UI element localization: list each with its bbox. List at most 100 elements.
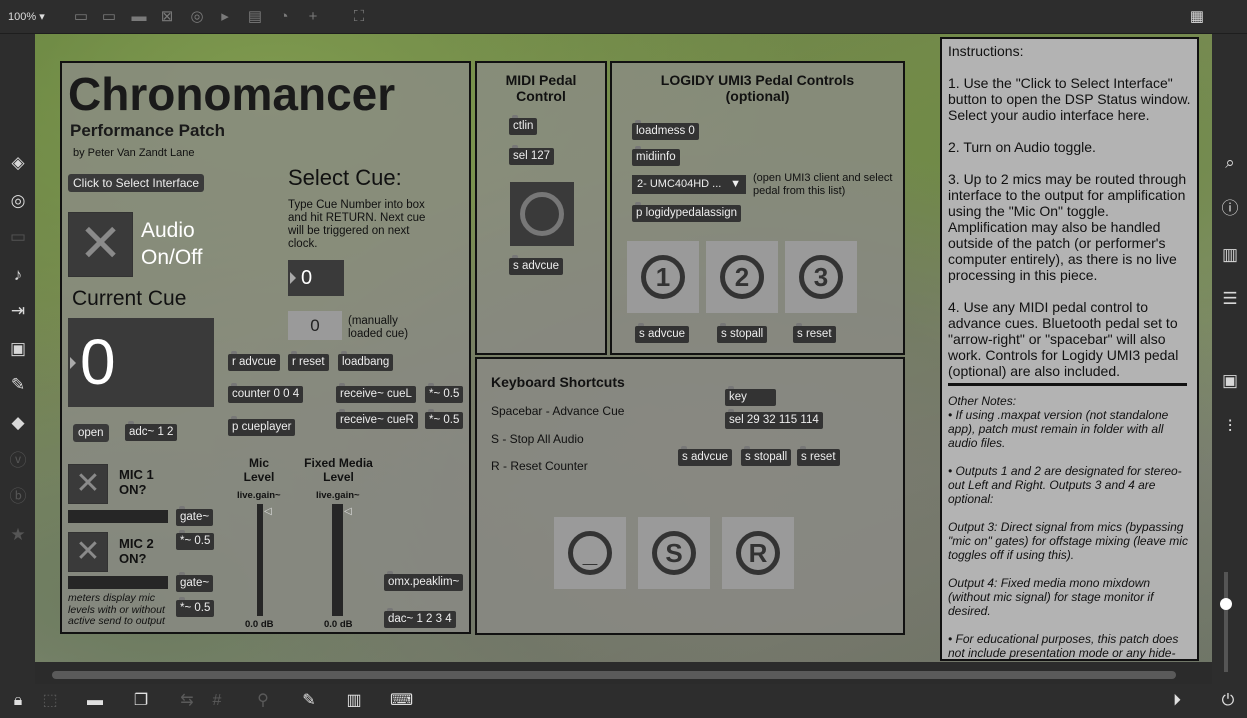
gain-object[interactable]: *~ 0.5 bbox=[425, 383, 464, 403]
notes-block: Other Notes: • If using .maxpat version … bbox=[948, 394, 1191, 660]
button-icon[interactable]: ◎ bbox=[188, 8, 206, 26]
adc-object[interactable]: adc~ 1 2 bbox=[125, 421, 178, 441]
audio-toggle[interactable]: ✕ bbox=[68, 212, 133, 277]
spacebar-button[interactable]: _ bbox=[554, 517, 626, 589]
s-reset-object[interactable]: s reset bbox=[793, 323, 836, 343]
s-reset-object[interactable]: s reset bbox=[797, 446, 840, 466]
logidy-panel-title: LOGIDY UMI3 Pedal Controls (optional) bbox=[660, 72, 855, 104]
open-button[interactable]: open bbox=[73, 424, 109, 442]
s-advcue-object[interactable]: s advcue bbox=[635, 323, 690, 343]
manual-cue-note: (manually loaded cue) bbox=[348, 315, 409, 340]
midiinfo-object[interactable]: midiinfo bbox=[632, 146, 680, 166]
align-icon[interactable]: ⇆ bbox=[177, 691, 197, 711]
windows-icon[interactable]: ❐ bbox=[131, 691, 151, 711]
vst-icon[interactable]: ⓥ bbox=[7, 450, 29, 472]
packages-icon[interactable]: ◈ bbox=[7, 152, 29, 174]
debug-icon[interactable]: ⚲ bbox=[253, 691, 273, 711]
key-object[interactable]: key bbox=[725, 386, 776, 406]
snapshot-icon[interactable]: ▣ bbox=[1219, 370, 1241, 392]
media-db-readout: 0.0 dB bbox=[324, 619, 353, 630]
grid-icon[interactable]: ▦ bbox=[1188, 8, 1206, 26]
gate-object[interactable]: gate~ bbox=[176, 572, 214, 592]
pedal-button-2[interactable]: 2 bbox=[706, 241, 778, 313]
paint-bucket-icon[interactable]: ⛶ bbox=[350, 8, 368, 26]
star-icon[interactable]: ★ bbox=[7, 524, 29, 546]
pedal-button-3[interactable]: 3 bbox=[785, 241, 857, 313]
receive-cueL-object[interactable]: receive~ cueL bbox=[336, 383, 416, 403]
mic-gain-slider[interactable]: ◁ bbox=[264, 506, 272, 517]
s-stopall-object[interactable]: s stopall bbox=[741, 446, 792, 466]
snippet-icon[interactable]: ⓑ bbox=[7, 486, 29, 508]
reset-button[interactable]: R bbox=[722, 517, 794, 589]
r-advcue-object[interactable]: r advcue bbox=[228, 351, 281, 371]
stop-button[interactable]: S bbox=[638, 517, 710, 589]
volume-knob[interactable] bbox=[1220, 598, 1232, 610]
paperclip-icon[interactable]: ✎ bbox=[7, 374, 29, 396]
select-interface-button[interactable]: Click to Select Interface bbox=[68, 174, 205, 192]
volume-slider[interactable] bbox=[1220, 572, 1232, 672]
s-advcue-object[interactable]: s advcue bbox=[678, 446, 733, 466]
new-comment-icon[interactable]: ▬ bbox=[130, 8, 148, 26]
slider-icon[interactable]: ▤ bbox=[246, 8, 264, 26]
wrench-icon[interactable]: ✎ bbox=[299, 691, 319, 711]
search-icon[interactable]: ⌕ bbox=[1219, 152, 1241, 174]
comment-icon[interactable]: ▬ bbox=[85, 691, 105, 711]
info-icon[interactable]: ⓘ bbox=[1219, 198, 1241, 220]
sel-object[interactable]: sel 29 32 115 114 bbox=[725, 409, 823, 429]
live-gain-label: live.gain~ bbox=[316, 490, 360, 501]
author-credit: by Peter Van Zandt Lane bbox=[73, 147, 195, 159]
dial-icon[interactable]: ◔ bbox=[275, 8, 293, 26]
mixer-icon[interactable]: ⫶ bbox=[1219, 416, 1241, 438]
device-menu[interactable]: 2- UMC404HD ... ▼ bbox=[632, 175, 746, 194]
plugin-icon[interactable]: ◆ bbox=[7, 412, 29, 434]
gain-object[interactable]: *~ 0.5 bbox=[176, 530, 215, 550]
power-icon[interactable]: ⏻ bbox=[1218, 691, 1238, 711]
loadmess-object[interactable]: loadmess 0 bbox=[632, 120, 699, 140]
midi-bang-button[interactable] bbox=[510, 182, 574, 246]
target-icon[interactable]: ◎ bbox=[7, 190, 29, 212]
zoom-menu[interactable]: 100% ▾ bbox=[8, 10, 45, 23]
counter-object[interactable]: counter 0 0 4 bbox=[228, 383, 304, 403]
new-object-icon[interactable]: ▭ bbox=[72, 8, 90, 26]
gain-object[interactable]: *~ 0.5 bbox=[425, 409, 464, 429]
gain-object[interactable]: *~ 0.5 bbox=[176, 597, 215, 617]
window-icon[interactable]: ▭ bbox=[7, 226, 29, 248]
ctlin-object[interactable]: ctlin bbox=[509, 115, 538, 135]
reference-icon[interactable]: ▥ bbox=[1219, 244, 1241, 266]
loadbang-object[interactable]: loadbang bbox=[338, 351, 394, 371]
keyboard-icon[interactable]: ⌨ bbox=[390, 691, 413, 711]
lock-icon[interactable]: 🔒︎ bbox=[8, 691, 28, 711]
piano-icon[interactable]: ▥ bbox=[344, 691, 364, 711]
manual-cue-box[interactable]: 0 bbox=[288, 311, 342, 340]
mic1-meter bbox=[68, 510, 168, 523]
r-reset-object[interactable]: r reset bbox=[288, 351, 329, 371]
list-icon[interactable]: ☰ bbox=[1219, 288, 1241, 310]
image-icon[interactable]: ▣ bbox=[7, 338, 29, 360]
sel-object[interactable]: sel 127 bbox=[509, 145, 555, 165]
gate-object[interactable]: gate~ bbox=[176, 506, 214, 526]
play-icon[interactable]: ⏵ bbox=[1167, 691, 1187, 711]
horizontal-scrollbar[interactable] bbox=[52, 671, 1176, 679]
mic2-toggle[interactable]: ✕ bbox=[68, 532, 108, 572]
p-cueplayer-object[interactable]: p cueplayer bbox=[228, 416, 296, 436]
new-message-icon[interactable]: ▭ bbox=[100, 8, 118, 26]
dac-object[interactable]: dac~ 1 2 3 4 bbox=[384, 608, 456, 628]
toggle-icon[interactable]: ⊠ bbox=[158, 8, 176, 26]
number-box-icon[interactable]: ▸ bbox=[216, 8, 234, 26]
assign-object[interactable]: p logidypedalassign bbox=[632, 202, 742, 222]
presentation-icon[interactable]: ⬚ bbox=[40, 691, 60, 711]
s-advcue-object[interactable]: s advcue bbox=[509, 255, 564, 275]
cue-number-input[interactable]: 0 bbox=[288, 260, 344, 296]
music-note-icon[interactable]: ♪ bbox=[7, 264, 29, 286]
add-icon[interactable]: + bbox=[304, 8, 322, 26]
sequence-icon[interactable]: ⇥ bbox=[7, 300, 29, 322]
grid-icon[interactable]: # bbox=[207, 691, 227, 711]
pedal-button-1[interactable]: 1 bbox=[627, 241, 699, 313]
letter-r-icon: R bbox=[736, 531, 780, 575]
omx-peaklim-object[interactable]: omx.peaklim~ bbox=[384, 571, 464, 591]
s-stopall-object[interactable]: s stopall bbox=[717, 323, 768, 343]
fixed-media-gain-slider[interactable]: ◁ bbox=[344, 506, 352, 517]
receive-cueR-object[interactable]: receive~ cueR bbox=[336, 409, 418, 429]
mic1-toggle[interactable]: ✕ bbox=[68, 464, 108, 504]
note: • For educational purposes, this patch d… bbox=[948, 632, 1179, 660]
